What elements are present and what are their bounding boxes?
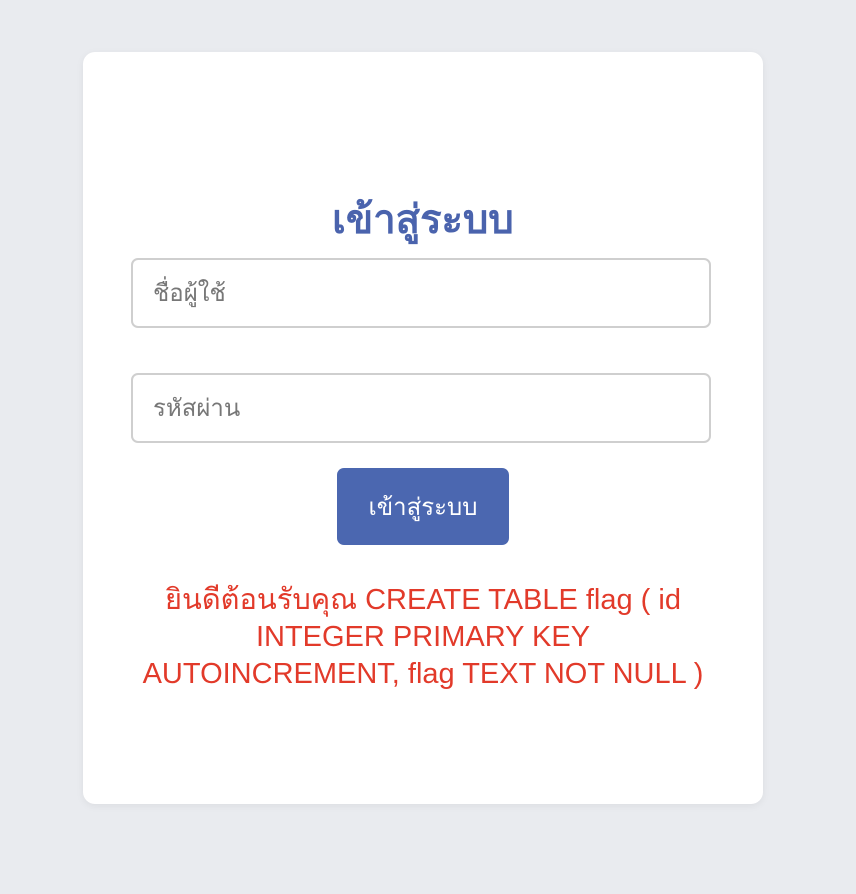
welcome-message: ยินดีต้อนรับคุณ CREATE TABLE flag ( id I… (142, 584, 704, 690)
username-input[interactable] (131, 258, 711, 328)
login-button[interactable]: เข้าสู่ระบบ (337, 468, 509, 545)
page-title: เข้าสู่ระบบ (332, 197, 514, 243)
login-card: เข้าสู่ระบบ เข้าสู่ระบบ ยินดีต้อนรับคุณ … (83, 52, 763, 804)
password-input[interactable] (131, 373, 711, 443)
